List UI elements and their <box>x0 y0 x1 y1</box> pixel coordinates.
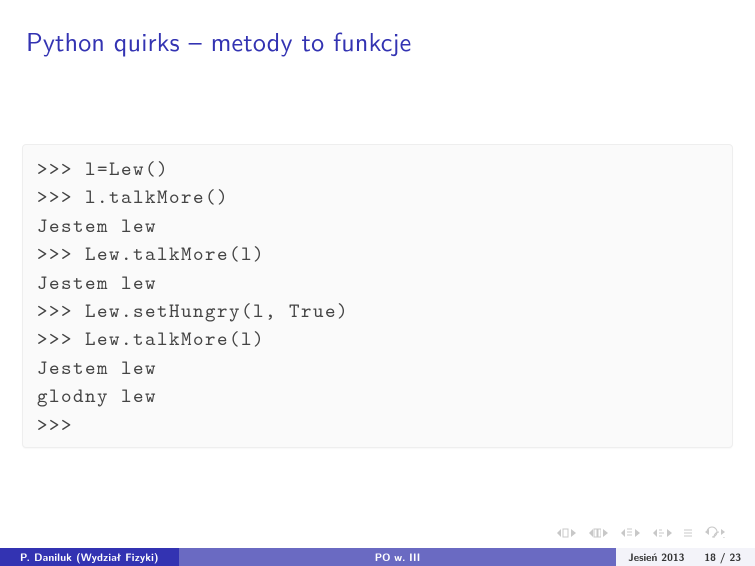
nav-last[interactable] <box>651 528 673 538</box>
code-line: >>> <box>37 411 720 439</box>
chevron-right-icon <box>571 528 577 538</box>
chevron-right-icon <box>667 528 673 538</box>
chevron-right-icon <box>635 528 641 538</box>
nav-undo[interactable] <box>703 524 727 542</box>
code-line: >>> Lew.setHungry(l, True) <box>37 297 720 325</box>
next-slide-icon <box>619 528 633 538</box>
code-line: >>> l.talkMore() <box>37 183 720 211</box>
code-block: >>> l=Lew() >>> l.talkMore() Jestem lew … <box>22 144 733 448</box>
nav-first[interactable] <box>555 528 577 538</box>
first-slide-icon <box>555 528 569 538</box>
code-line: Jestem lew <box>37 354 720 382</box>
code-line: >>> Lew.talkMore(l) <box>37 240 720 268</box>
code-line: Jestem lew <box>37 212 720 240</box>
slide-title: Python quirks – metody to funkcje <box>0 0 755 60</box>
code-line: >>> l=Lew() <box>37 155 720 183</box>
chevron-right-icon <box>603 528 609 538</box>
mode-icon <box>683 528 693 538</box>
footer-author: P. Daniluk (Wydział Fizyki) <box>0 548 179 566</box>
footer: P. Daniluk (Wydział Fizyki) PO w. III Je… <box>0 548 755 566</box>
last-slide-icon <box>651 528 665 538</box>
code-line: >>> Lew.talkMore(l) <box>37 325 720 353</box>
nav-next[interactable] <box>619 528 641 538</box>
prev-slide-icon <box>587 528 601 538</box>
footer-page: 18 / 23 <box>696 548 755 566</box>
footer-date: Jesień 2013 <box>616 548 696 566</box>
code-line: Jestem lew <box>37 269 720 297</box>
code-line: glodny lew <box>37 382 720 410</box>
nav-prev[interactable] <box>587 528 609 538</box>
nav-mode[interactable] <box>683 524 693 542</box>
undo-icon <box>703 526 727 538</box>
footer-title: PO w. III <box>179 548 617 566</box>
nav-controls <box>555 524 727 542</box>
